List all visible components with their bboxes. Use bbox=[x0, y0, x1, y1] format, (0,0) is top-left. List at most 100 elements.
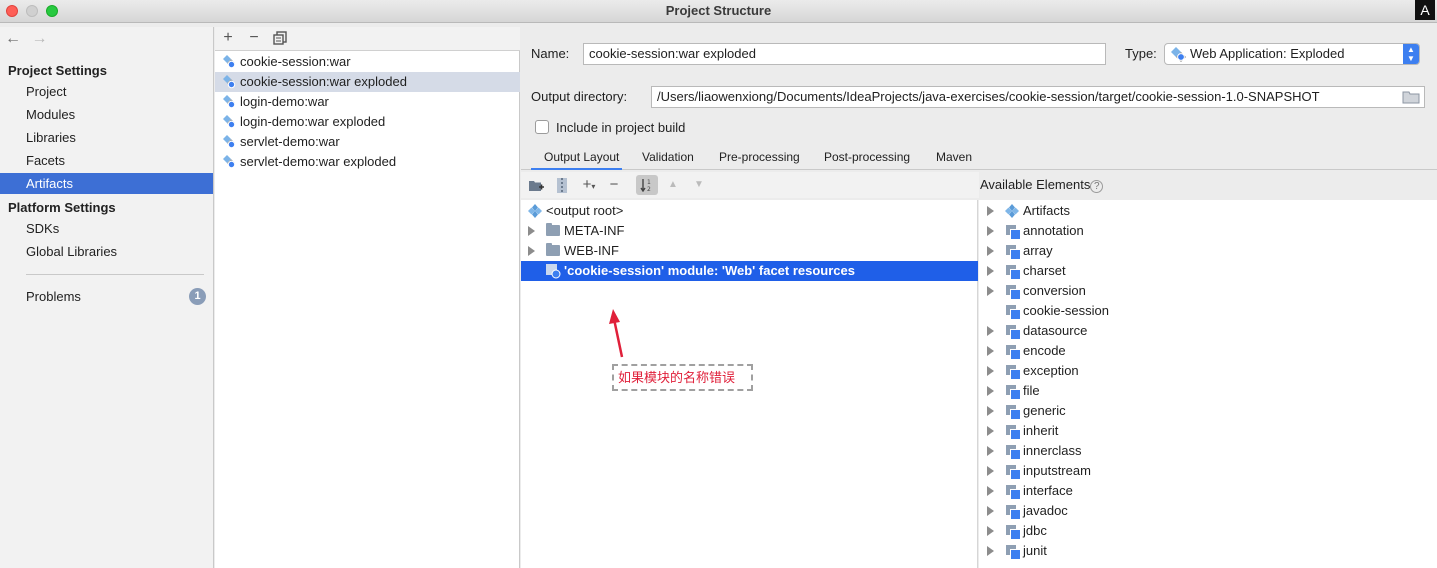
available-element-row[interactable]: inherit bbox=[979, 421, 1437, 441]
artifact-list-item[interactable]: cookie-session:war exploded bbox=[215, 72, 520, 92]
expand-arrow-icon[interactable] bbox=[987, 406, 994, 416]
sidebar-item-libraries[interactable]: Libraries bbox=[0, 127, 213, 148]
type-select-value: Web Application: Exploded bbox=[1190, 46, 1345, 61]
remove-artifact-button[interactable]: − bbox=[243, 28, 265, 48]
sidebar-item-sdks[interactable]: SDKs bbox=[0, 218, 213, 239]
tree-label: META-INF bbox=[564, 223, 625, 238]
artifact-list-item[interactable]: servlet-demo:war bbox=[215, 132, 520, 152]
available-element-row[interactable]: charset bbox=[979, 261, 1437, 281]
available-element-row[interactable]: generic bbox=[979, 401, 1437, 421]
tab-post-processing[interactable]: Post-processing bbox=[824, 146, 910, 170]
add-artifact-button[interactable]: + bbox=[217, 28, 239, 48]
type-select-stepper-icon: ▲ ▼ bbox=[1403, 44, 1419, 64]
expand-arrow-icon[interactable] bbox=[987, 506, 994, 516]
expand-arrow-icon[interactable] bbox=[987, 386, 994, 396]
module-package-icon bbox=[1006, 285, 1021, 300]
expand-arrow-icon[interactable] bbox=[987, 206, 994, 216]
new-folder-icon bbox=[528, 181, 544, 191]
available-element-row[interactable]: annotation bbox=[979, 221, 1437, 241]
move-up-button[interactable]: ▲ bbox=[662, 175, 684, 195]
back-arrow-icon[interactable]: ← bbox=[5, 30, 27, 48]
expand-arrow-icon[interactable] bbox=[987, 546, 994, 556]
name-field[interactable]: cookie-session:war exploded bbox=[583, 43, 1106, 65]
available-element-row[interactable]: jdbc bbox=[979, 521, 1437, 541]
web-artifact-icon bbox=[223, 115, 236, 129]
tree-row-web-inf[interactable]: WEB-INF bbox=[521, 241, 978, 261]
tree-row-output-root[interactable]: <output root> bbox=[521, 201, 978, 221]
tab-output-layout[interactable]: Output Layout bbox=[531, 146, 622, 170]
tree-row-meta-inf[interactable]: META-INF bbox=[521, 221, 978, 241]
sidebar-item-project[interactable]: Project bbox=[0, 81, 213, 102]
expand-arrow-icon[interactable] bbox=[987, 426, 994, 436]
available-elements-tree[interactable]: Artifacts annotation array charset conversio… bbox=[979, 200, 1437, 568]
sidebar-item-global-libraries[interactable]: Global Libraries bbox=[0, 241, 213, 262]
available-element-row[interactable]: javadoc bbox=[979, 501, 1437, 521]
output-layout-tree[interactable]: <output root> META-INF WEB-INF 'cookie-s… bbox=[521, 200, 978, 568]
artifact-list-item[interactable]: cookie-session:war bbox=[215, 52, 520, 72]
tab-pre-processing[interactable]: Pre-processing bbox=[719, 146, 800, 170]
sidebar-item-problems[interactable]: Problems 1 bbox=[26, 286, 206, 307]
web-artifact-icon bbox=[223, 75, 236, 89]
available-element-row[interactable]: inputstream bbox=[979, 461, 1437, 481]
available-element-row[interactable]: exception bbox=[979, 361, 1437, 381]
available-element-row[interactable]: datasource bbox=[979, 321, 1437, 341]
artifact-label: cookie-session:war bbox=[240, 54, 351, 69]
input-source-badge: A bbox=[1415, 0, 1435, 20]
tab-maven[interactable]: Maven bbox=[936, 146, 972, 170]
remove-element-button[interactable]: − bbox=[603, 175, 625, 195]
create-directory-button[interactable] bbox=[525, 175, 547, 195]
available-element-row[interactable]: conversion bbox=[979, 281, 1437, 301]
tree-row-facet-resources[interactable]: 'cookie-session' module: 'Web' facet res… bbox=[521, 261, 978, 281]
tab-validation[interactable]: Validation bbox=[642, 146, 694, 170]
expand-arrow-icon[interactable] bbox=[987, 526, 994, 536]
expand-arrow-icon[interactable] bbox=[987, 366, 994, 376]
add-copy-of-button[interactable]: +▾ bbox=[578, 175, 600, 195]
available-element-row[interactable]: junit bbox=[979, 541, 1437, 561]
sidebar-item-facets[interactable]: Facets bbox=[0, 150, 213, 171]
expand-arrow-icon[interactable] bbox=[987, 346, 994, 356]
module-package-icon bbox=[1006, 325, 1021, 340]
available-element-row[interactable]: file bbox=[979, 381, 1437, 401]
include-in-build-checkbox[interactable] bbox=[535, 120, 549, 134]
svg-text:2: 2 bbox=[647, 186, 651, 192]
available-element-row[interactable]: interface bbox=[979, 481, 1437, 501]
include-in-build-label[interactable]: Include in project build bbox=[556, 120, 685, 135]
available-element-label: interface bbox=[1023, 483, 1073, 498]
expand-arrow-icon[interactable] bbox=[987, 286, 994, 296]
expand-arrow-icon[interactable] bbox=[528, 246, 535, 256]
artifact-list-item[interactable]: servlet-demo:war exploded bbox=[215, 152, 520, 172]
available-element-label: annotation bbox=[1023, 223, 1084, 238]
expand-arrow-icon[interactable] bbox=[987, 246, 994, 256]
expand-arrow-icon[interactable] bbox=[987, 226, 994, 236]
browse-folder-icon[interactable] bbox=[1402, 89, 1420, 105]
create-archive-button[interactable] bbox=[551, 175, 573, 195]
output-directory-field[interactable]: /Users/liaowenxiong/Documents/IdeaProjec… bbox=[651, 86, 1425, 108]
available-element-row[interactable]: Artifacts bbox=[979, 201, 1437, 221]
move-down-button[interactable]: ▼ bbox=[688, 175, 710, 195]
settings-sidebar: ← → Project Settings Project Modules Lib… bbox=[0, 27, 214, 568]
module-package-icon bbox=[1006, 365, 1021, 380]
sidebar-item-artifacts[interactable]: Artifacts bbox=[0, 173, 213, 194]
copy-artifact-button[interactable] bbox=[269, 28, 291, 48]
sidebar-item-modules[interactable]: Modules bbox=[0, 104, 213, 125]
expand-arrow-icon[interactable] bbox=[987, 446, 994, 456]
available-element-label: conversion bbox=[1023, 283, 1086, 298]
available-element-row[interactable]: encode bbox=[979, 341, 1437, 361]
available-element-row[interactable]: array bbox=[979, 241, 1437, 261]
tree-label: <output root> bbox=[546, 203, 624, 218]
expand-arrow-icon[interactable] bbox=[987, 266, 994, 276]
help-icon[interactable]: ? bbox=[1090, 180, 1104, 193]
available-element-label: inherit bbox=[1023, 423, 1059, 438]
expand-arrow-icon[interactable] bbox=[987, 466, 994, 476]
artifact-list-item[interactable]: login-demo:war exploded bbox=[215, 112, 520, 132]
available-element-row[interactable]: innerclass bbox=[979, 441, 1437, 461]
available-element-label: javadoc bbox=[1023, 503, 1068, 518]
sort-elements-button[interactable]: 1 2 bbox=[636, 175, 658, 195]
expand-arrow-icon[interactable] bbox=[987, 486, 994, 496]
type-select[interactable]: Web Application: Exploded ▲ ▼ bbox=[1164, 43, 1420, 65]
available-element-row[interactable]: cookie-session bbox=[979, 301, 1437, 321]
artifact-list-item[interactable]: login-demo:war bbox=[215, 92, 520, 112]
expand-arrow-icon[interactable] bbox=[987, 326, 994, 336]
expand-arrow-icon[interactable] bbox=[528, 226, 535, 236]
forward-arrow-icon[interactable]: → bbox=[31, 30, 53, 48]
